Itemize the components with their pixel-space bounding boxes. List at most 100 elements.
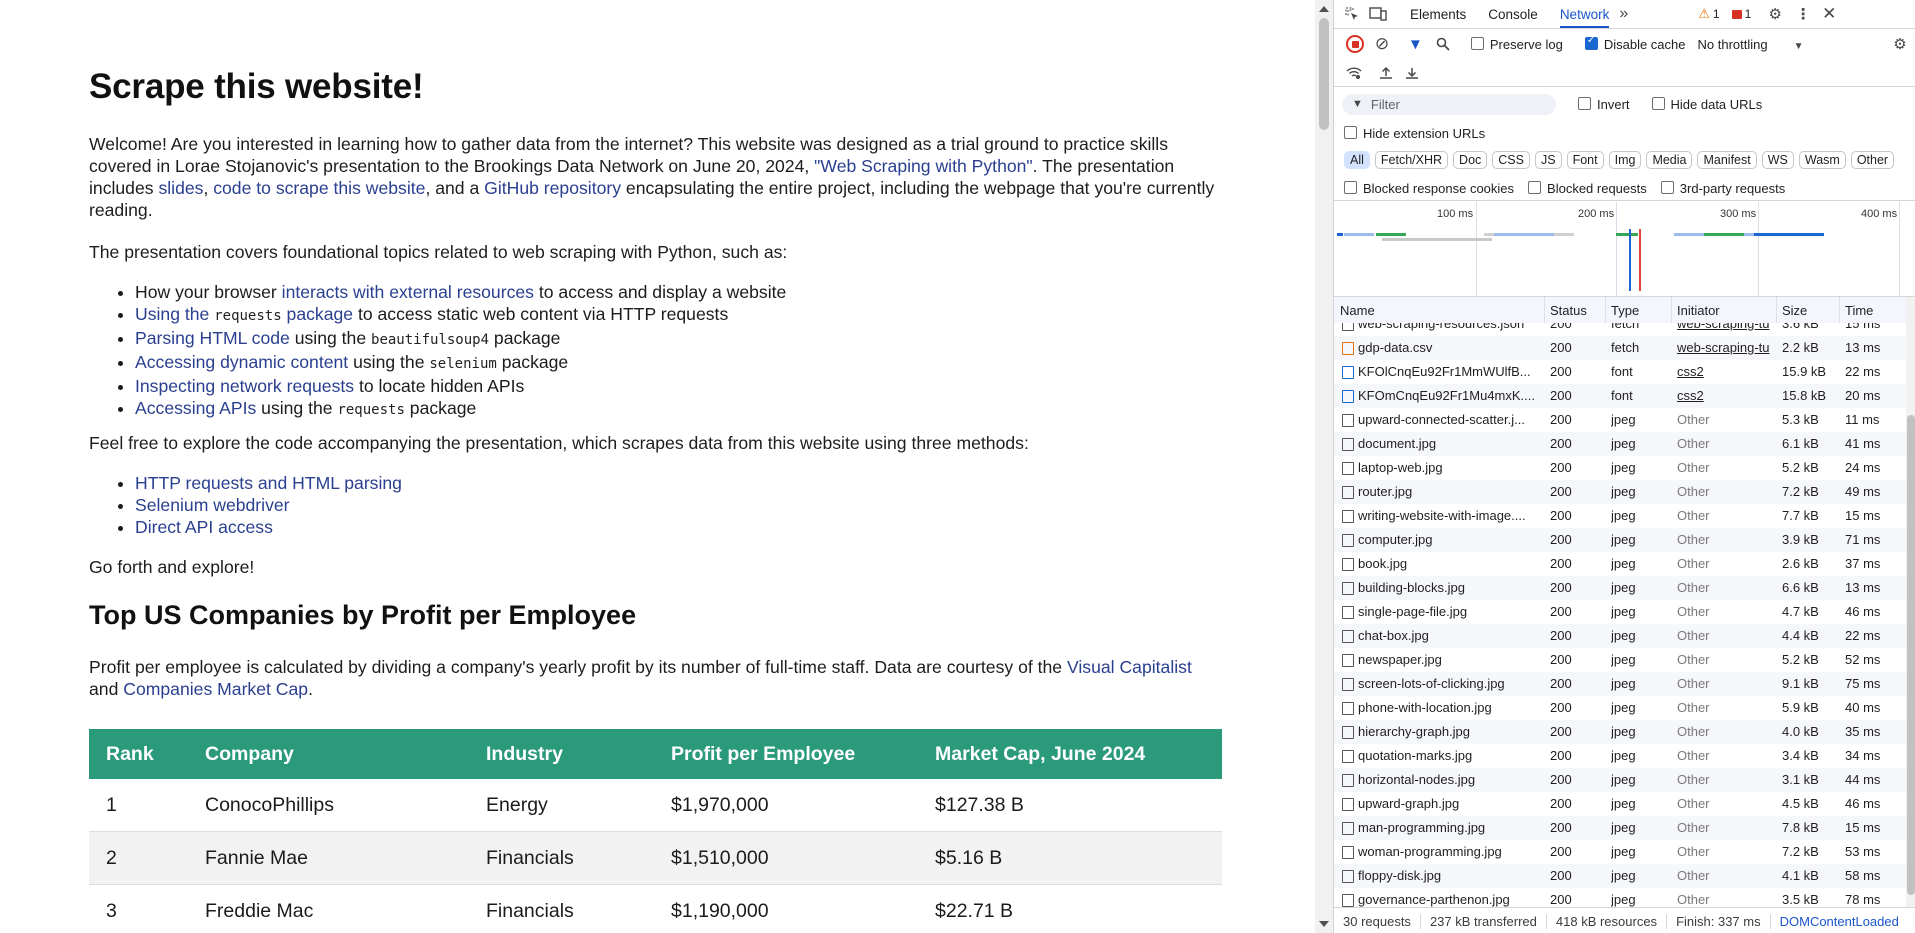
direct-api-link[interactable]: Direct API access <box>135 517 273 537</box>
network-request-row[interactable]: upward-graph.jpg 200 jpeg Other 4.5 kB 46 ms <box>1334 792 1906 816</box>
using-requests-link[interactable]: Using the requests package <box>135 304 353 324</box>
type-filter-js[interactable]: JS <box>1534 151 1562 169</box>
network-request-row[interactable]: building-blocks.jpg 200 jpeg Other 6.6 kB 13 … <box>1334 576 1906 600</box>
network-request-row[interactable]: governance-parthenon.jpg 200 jpeg Other 3.5 … <box>1334 888 1906 907</box>
type-filter-media[interactable]: Media <box>1646 151 1693 169</box>
type-filter-wasm[interactable]: Wasm <box>1798 151 1846 169</box>
blocked-response-cookies-checkbox[interactable]: Blocked response cookies <box>1344 180 1514 196</box>
type-filter-manifest[interactable]: Manifest <box>1697 151 1757 169</box>
accessing-apis-link[interactable]: Accessing APIs <box>135 398 256 418</box>
warnings-badge[interactable]: ⚠ 1 <box>1698 6 1719 22</box>
device-toolbar-icon[interactable] <box>1368 4 1388 24</box>
network-request-row[interactable]: writing-website-with-image.... 200 jpeg Oth… <box>1334 504 1906 528</box>
filter-input[interactable]: ▼ Filter <box>1342 93 1556 115</box>
scrollbar-thumb[interactable] <box>1907 415 1915 895</box>
code-link[interactable]: code to scrape this website <box>213 178 425 198</box>
network-request-row[interactable]: screen-lots-of-clicking.jpg 200 jpeg Other 9… <box>1334 672 1906 696</box>
more-options-icon[interactable]: ⋮ <box>1793 4 1813 24</box>
close-icon[interactable]: ✕ <box>1819 4 1839 24</box>
list-item-text: to access static web content via HTTP re… <box>353 304 729 324</box>
hide-extension-urls-checkbox[interactable]: Hide extension URLs <box>1344 125 1485 141</box>
clear-icon[interactable]: ⊘ <box>1372 34 1392 54</box>
third-party-requests-checkbox[interactable]: 3rd-party requests <box>1660 180 1785 196</box>
throttling-select[interactable]: No throttling ▼ <box>1698 37 1804 52</box>
disable-cache-checkbox[interactable]: Disable cache <box>1584 35 1686 52</box>
column-header-initiator[interactable]: Initiator <box>1677 303 1720 318</box>
slides-link[interactable]: slides <box>158 178 203 198</box>
tab-console[interactable]: Console <box>1488 7 1538 22</box>
github-repository-link[interactable]: GitHub repository <box>484 178 621 198</box>
page-scrollbar[interactable] <box>1315 0 1333 933</box>
settings-gear-icon[interactable]: ⚙ <box>1765 4 1785 24</box>
type-filter-ws[interactable]: WS <box>1761 151 1794 169</box>
network-request-row[interactable]: woman-programming.jpg 200 jpeg Other 7.2 kB 5… <box>1334 840 1906 864</box>
network-request-row[interactable]: newspaper.jpg 200 jpeg Other 5.2 kB 52 ms <box>1334 648 1906 672</box>
interacts-link[interactable]: interacts with external resources <box>282 282 534 302</box>
dynamic-content-link[interactable]: Accessing dynamic content <box>135 352 348 372</box>
network-request-row[interactable]: computer.jpg 200 jpeg Other 3.9 kB 71 ms <box>1334 528 1906 552</box>
tab-network[interactable]: Network <box>1559 7 1610 28</box>
network-request-row[interactable]: chat-box.jpg 200 jpeg Other 4.4 kB 22 ms <box>1334 624 1906 648</box>
type-filter-fetch-xhr[interactable]: Fetch/XHR <box>1374 151 1449 169</box>
column-header-time[interactable]: Time <box>1845 303 1873 318</box>
blocked-requests-checkbox[interactable]: Blocked requests <box>1528 180 1647 196</box>
more-tabs-icon[interactable]: » <box>1619 5 1628 23</box>
network-request-row[interactable]: KFOmCnqEu92Fr1Mu4mxK.... 200 font css2 15.8 … <box>1334 384 1906 408</box>
tab-elements[interactable]: Elements <box>1410 7 1466 22</box>
network-request-row[interactable]: gdp-data.csv 200 fetch web-scraping-tu 2.2 k… <box>1334 336 1906 360</box>
column-header-status[interactable]: Status <box>1550 303 1587 318</box>
request-initiator[interactable]: web-scraping-tu <box>1677 340 1773 355</box>
filter-funnel-icon[interactable]: ▼ <box>1408 36 1423 53</box>
network-overview-timeline[interactable]: 100 ms 200 ms 300 ms 400 ms <box>1334 202 1915 297</box>
network-request-row[interactable]: phone-with-location.jpg 200 jpeg Other 5.9 k… <box>1334 696 1906 720</box>
network-request-row[interactable]: document.jpg 200 jpeg Other 6.1 kB 41 ms <box>1334 432 1906 456</box>
request-initiator[interactable]: css2 <box>1677 364 1773 379</box>
network-request-row[interactable]: laptop-web.jpg 200 jpeg Other 5.2 kB 24 ms <box>1334 456 1906 480</box>
inspect-element-icon[interactable] <box>1342 4 1362 24</box>
invert-checkbox[interactable]: Invert <box>1578 96 1630 112</box>
network-request-row[interactable]: KFOlCnqEu92Fr1MmWUlfB... 200 font css2 15.9 … <box>1334 360 1906 384</box>
network-conditions-icon[interactable] <box>1344 63 1364 83</box>
column-header-name[interactable]: Name <box>1340 303 1375 318</box>
record-stop-icon[interactable] <box>1346 35 1364 53</box>
network-request-row[interactable]: floppy-disk.jpg 200 jpeg Other 4.1 kB 58 ms <box>1334 864 1906 888</box>
type-filter-font[interactable]: Font <box>1566 151 1604 169</box>
network-request-row[interactable]: horizontal-nodes.jpg 200 jpeg Other 3.1 kB 44… <box>1334 768 1906 792</box>
request-initiator[interactable]: css2 <box>1677 388 1773 403</box>
hide-data-urls-checkbox[interactable]: Hide data URLs <box>1651 96 1762 112</box>
visual-capitalist-link[interactable]: Visual Capitalist <box>1067 657 1192 677</box>
companies-market-cap-link[interactable]: Companies Market Cap <box>123 679 308 699</box>
search-icon[interactable] <box>1433 34 1453 54</box>
web-scraping-with-python-link[interactable]: "Web Scraping with Python" <box>814 156 1033 176</box>
import-har-icon[interactable] <box>1376 63 1396 83</box>
network-request-row[interactable]: book.jpg 200 jpeg Other 2.6 kB 37 ms <box>1334 552 1906 576</box>
column-header-size[interactable]: Size <box>1782 303 1807 318</box>
scroll-up-arrow-icon[interactable] <box>1319 6 1329 12</box>
network-request-row[interactable]: router.jpg 200 jpeg Other 7.2 kB 49 ms <box>1334 480 1906 504</box>
http-requests-link[interactable]: HTTP requests and HTML parsing <box>135 473 402 493</box>
preserve-log-checkbox[interactable]: Preserve log <box>1470 36 1563 52</box>
type-filter-other[interactable]: Other <box>1850 151 1895 169</box>
column-header-type[interactable]: Type <box>1611 303 1639 318</box>
scrollbar-thumb[interactable] <box>1319 18 1329 130</box>
network-request-row[interactable]: hierarchy-graph.jpg 200 jpeg Other 4.0 kB 35 … <box>1334 720 1906 744</box>
parsing-html-link[interactable]: Parsing HTML code <box>135 328 290 348</box>
errors-badge[interactable]: 1 <box>1731 7 1751 21</box>
type-filter-doc[interactable]: Doc <box>1453 151 1488 169</box>
network-request-row[interactable]: web-scraping-resources.json 200 fetch web-s… <box>1334 323 1906 336</box>
inspecting-network-link[interactable]: Inspecting network requests <box>135 376 354 396</box>
network-request-row[interactable]: quotation-marks.jpg 200 jpeg Other 3.4 kB 34 … <box>1334 744 1906 768</box>
network-settings-gear-icon[interactable]: ⚙ <box>1890 34 1910 54</box>
type-filter-css[interactable]: CSS <box>1492 151 1530 169</box>
type-filter-all[interactable]: All <box>1344 151 1370 169</box>
network-request-row[interactable]: upward-connected-scatter.j... 200 jpeg Othe… <box>1334 408 1906 432</box>
scroll-down-arrow-icon[interactable] <box>1319 921 1329 927</box>
network-scrollbar[interactable] <box>1906 297 1915 907</box>
timeline-tick-label: 400 ms <box>1861 208 1898 220</box>
network-request-row[interactable]: single-page-file.jpg 200 jpeg Other 4.7 kB 46… <box>1334 600 1906 624</box>
request-initiator[interactable]: web-scraping-tu <box>1677 323 1773 331</box>
selenium-link[interactable]: Selenium webdriver <box>135 495 290 515</box>
network-request-row[interactable]: man-programming.jpg 200 jpeg Other 7.8 kB 15 … <box>1334 816 1906 840</box>
export-har-icon[interactable] <box>1402 63 1422 83</box>
type-filter-img[interactable]: Img <box>1608 151 1642 169</box>
